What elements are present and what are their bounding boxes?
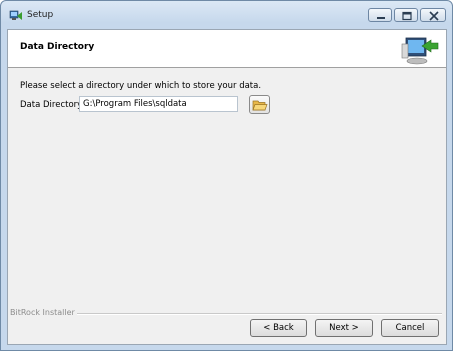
window-title: Setup (27, 10, 54, 20)
next-button[interactable]: Next > (315, 319, 373, 337)
maximize-button[interactable] (394, 8, 418, 22)
footer-divider (74, 313, 442, 315)
minimize-button[interactable] (368, 8, 392, 22)
close-button[interactable] (420, 8, 446, 22)
setup-window: Setup Data Directory Please select a dir… (0, 0, 453, 351)
maximize-icon (402, 11, 412, 21)
minimize-icon (377, 17, 385, 19)
page-title: Data Directory (20, 42, 95, 52)
computer-install-icon (400, 32, 440, 66)
wizard-body: Data Directory Please select a directory… (7, 29, 447, 345)
data-directory-label: Data Directory (20, 100, 83, 110)
titlebar[interactable]: Setup (1, 1, 452, 29)
folder-open-icon (252, 100, 268, 111)
data-directory-input[interactable] (79, 96, 238, 112)
close-icon (429, 11, 439, 21)
browse-button[interactable] (249, 95, 270, 114)
wizard-header: Data Directory (8, 30, 446, 68)
cancel-button[interactable]: Cancel (381, 319, 439, 337)
setup-app-icon (9, 8, 23, 22)
installer-brand: BitRock Installer (10, 308, 77, 317)
instruction-text: Please select a directory under which to… (20, 81, 262, 91)
back-button[interactable]: < Back (250, 319, 307, 337)
